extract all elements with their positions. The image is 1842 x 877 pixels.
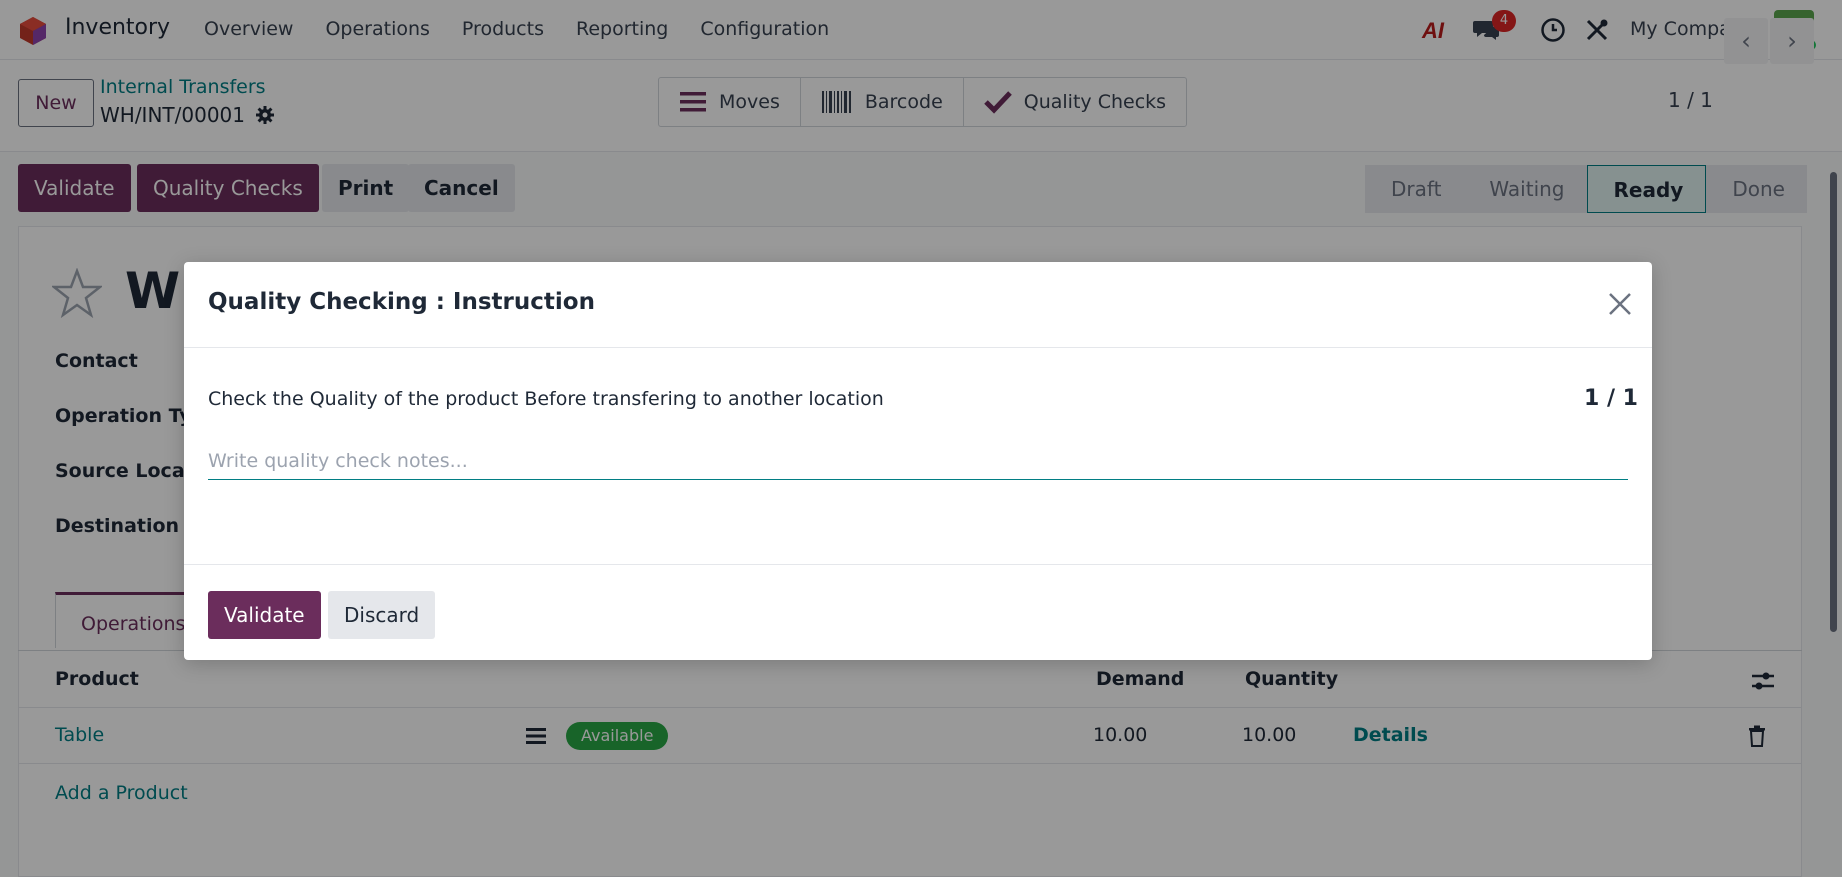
check-counter: 1 / 1 [1584, 386, 1638, 411]
quality-notes-input[interactable] [208, 430, 1628, 480]
dialog-title: Quality Checking : Instruction [208, 289, 595, 315]
instruction-text: Check the Quality of the product Before … [208, 388, 884, 410]
close-icon[interactable] [1604, 288, 1636, 320]
dialog-header: Quality Checking : Instruction [184, 262, 1652, 348]
dialog-discard-button[interactable]: Discard [328, 591, 436, 639]
dialog-footer: Validate Discard [184, 564, 1652, 660]
quality-check-dialog: Quality Checking : Instruction Check the… [184, 262, 1652, 660]
dialog-validate-button[interactable]: Validate [208, 591, 321, 639]
